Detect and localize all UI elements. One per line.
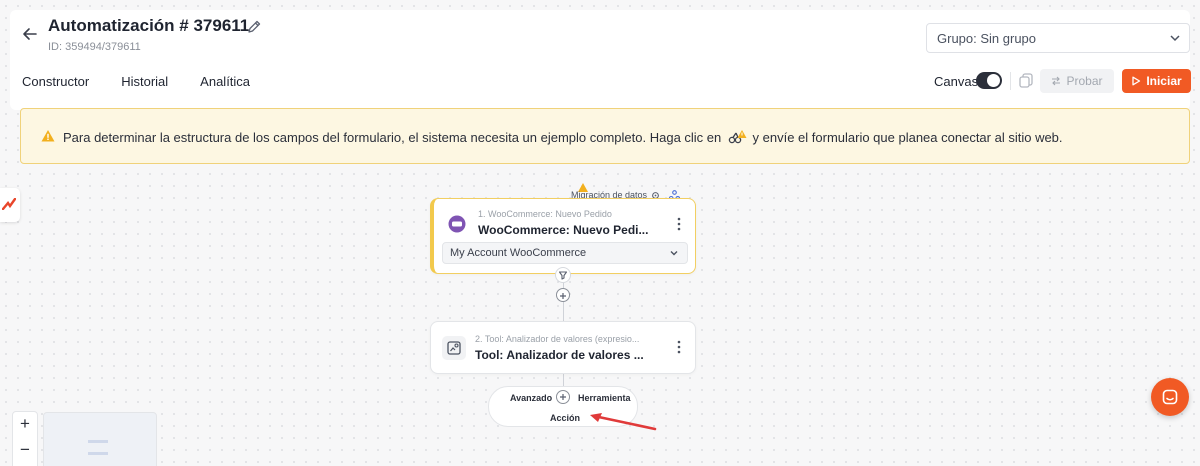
option-tool[interactable]: Herramienta bbox=[578, 393, 631, 403]
node-title: Tool: Analizador de valores ... bbox=[475, 348, 644, 362]
node-subtitle: 1. WooCommerce: Nuevo Pedido bbox=[478, 209, 612, 219]
connector-line bbox=[563, 302, 564, 321]
back-arrow-icon[interactable] bbox=[20, 24, 40, 44]
pencil-icon[interactable] bbox=[246, 19, 262, 35]
filter-icon[interactable] bbox=[555, 267, 571, 283]
account-select[interactable]: My Account WooCommerce bbox=[442, 242, 688, 264]
swap-icon bbox=[1052, 76, 1061, 86]
alert-text-start: Para determinar la estructura de los cam… bbox=[63, 130, 722, 145]
side-panel-tab[interactable] bbox=[0, 188, 20, 222]
tab-analitica[interactable]: Analítica bbox=[200, 74, 250, 89]
probar-label: Probar bbox=[1066, 74, 1103, 88]
iniciar-button[interactable]: Iniciar bbox=[1122, 69, 1191, 93]
minimap[interactable] bbox=[43, 412, 157, 466]
zoom-controls: + − bbox=[12, 411, 38, 466]
probar-button[interactable]: Probar bbox=[1040, 69, 1114, 93]
warning-alert: Para determinar la estructura de los cam… bbox=[20, 108, 1190, 164]
tool-node[interactable]: 2. Tool: Analizador de valores (expresio… bbox=[430, 321, 696, 374]
more-vertical-icon[interactable] bbox=[677, 217, 681, 231]
toggle-knob bbox=[987, 74, 1000, 87]
chevron-down-icon bbox=[670, 251, 678, 256]
tab-constructor[interactable]: Constructor bbox=[22, 74, 89, 89]
zoom-out-button[interactable]: − bbox=[13, 438, 37, 462]
chevron-down-icon bbox=[1170, 35, 1180, 42]
trigger-node[interactable]: 1. WooCommerce: Nuevo Pedido WooCommerce… bbox=[430, 198, 696, 274]
tab-historial[interactable]: Historial bbox=[121, 74, 168, 89]
node-title: WooCommerce: Nuevo Pedi... bbox=[478, 223, 649, 237]
play-icon bbox=[1132, 76, 1141, 86]
logo-icon bbox=[2, 198, 16, 210]
group-select-value: Grupo: Sin grupo bbox=[937, 31, 1037, 46]
iniciar-label: Iniciar bbox=[1146, 74, 1182, 88]
webhook-warning-icon bbox=[728, 130, 747, 144]
connector-line bbox=[563, 374, 564, 386]
copy-icon[interactable] bbox=[1017, 72, 1035, 90]
page-title: Automatización # 379611 bbox=[48, 16, 250, 35]
add-step-icon[interactable] bbox=[556, 390, 570, 404]
value-parser-icon bbox=[442, 336, 466, 360]
divider bbox=[1010, 72, 1011, 90]
add-step-icon[interactable] bbox=[556, 288, 570, 302]
automation-id: ID: 359494/379611 bbox=[48, 41, 141, 53]
option-advanced[interactable]: Avanzado bbox=[510, 393, 552, 403]
minimap-node bbox=[88, 452, 108, 455]
minimap-node bbox=[88, 440, 108, 443]
canvas-toggle[interactable] bbox=[976, 72, 1002, 89]
tab-bar: Constructor Historial Analítica bbox=[22, 74, 250, 89]
chat-icon bbox=[1162, 389, 1178, 405]
chat-button[interactable] bbox=[1151, 378, 1189, 416]
woocommerce-icon bbox=[445, 212, 469, 236]
annotation-arrow bbox=[590, 413, 657, 431]
warning-icon bbox=[41, 130, 55, 142]
group-select[interactable]: Grupo: Sin grupo bbox=[926, 23, 1190, 53]
node-subtitle: 2. Tool: Analizador de valores (expresio… bbox=[475, 334, 640, 344]
option-action[interactable]: Acción bbox=[550, 413, 580, 423]
account-select-value: My Account WooCommerce bbox=[450, 247, 587, 259]
alert-text-end: y envíe el formulario que planea conecta… bbox=[752, 130, 1063, 145]
zoom-in-button[interactable]: + bbox=[13, 412, 37, 436]
canvas-label: Canvas bbox=[934, 74, 979, 89]
top-bar: Automatización # 379611 ID: 359494/37961… bbox=[10, 10, 1191, 110]
more-vertical-icon[interactable] bbox=[677, 340, 681, 354]
